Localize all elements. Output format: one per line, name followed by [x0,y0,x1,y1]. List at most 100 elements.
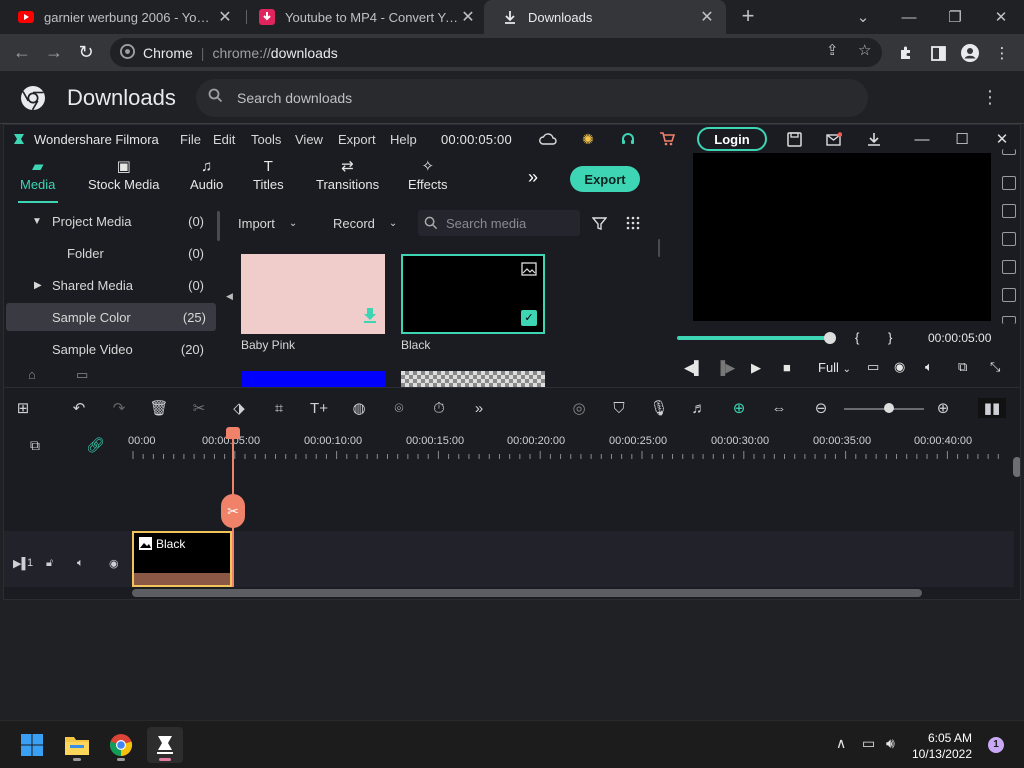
menu-export[interactable]: Export [338,132,376,147]
display-icon[interactable]: ▭ [867,359,879,375]
menu-file[interactable]: File [180,132,201,147]
reload-icon[interactable]: ↻ [73,39,99,65]
track-mute-icon[interactable]: 🔈︎ [77,557,84,570]
collapse-arrow-icon[interactable]: ◀ [226,291,233,302]
headset-icon[interactable] [618,130,638,148]
volume-tray-icon[interactable]: 🔊︎ [886,735,895,752]
filmora-close-icon[interactable]: ✕ [990,128,1014,150]
split-scissors-icon[interactable]: ✂ [221,494,245,528]
track-visibility-eye-icon[interactable]: ◉ [109,557,119,570]
layer-checkbox[interactable] [1002,176,1016,190]
cut-icon[interactable]: ✂ [188,398,210,418]
layer-checkbox[interactable] [1002,204,1016,218]
tab-downloads[interactable]: Downloads ✕ [484,0,726,34]
step-back-icon[interactable]: ◀▌ [684,360,703,376]
volume-icon[interactable]: 🔈︎ [925,359,933,375]
download-update-icon[interactable] [864,130,884,148]
link-icon[interactable]: 🔗︎ [86,436,105,454]
address-bar[interactable]: Chrome | chrome:// downloads [110,38,882,67]
more-actions-icon[interactable]: ⋮ [980,87,1000,107]
checkbox-checked-icon[interactable]: ✓ [521,310,537,326]
track-lock-icon[interactable]: 🔓︎ [46,557,53,570]
media-thumbnail-black[interactable]: ✓ [401,254,545,334]
menu-help[interactable]: Help [390,132,417,147]
preview-progress-bar[interactable] [677,336,829,340]
tag-icon[interactable]: ⬗ [228,398,250,418]
tab-youtube[interactable]: garnier werbung 2006 - YouTube ✕ [0,0,244,34]
grid-view-icon[interactable] [626,210,640,236]
forward-icon[interactable]: → [41,39,67,65]
preview-scrub-handle[interactable] [824,332,836,344]
tab-effects[interactable]: ✧ Effects [408,157,448,192]
sidebar-item-folder[interactable]: Folder (0) [4,239,214,267]
back-icon[interactable]: ← [9,39,35,65]
extensions-icon[interactable] [895,42,917,64]
menu-view[interactable]: View [295,132,323,147]
panel-toggle-icon[interactable]: ▮▮ [978,398,1006,418]
folder-outline-icon[interactable]: ▭ [76,367,88,383]
fit-timeline-icon[interactable]: ⇔ [768,398,790,418]
notification-badge[interactable]: 1 [988,737,1004,753]
tab-audio[interactable]: ♫ Audio [190,157,223,192]
menu-edit[interactable]: Edit [213,132,235,147]
search-downloads-input[interactable] [237,90,797,106]
import-dropdown[interactable]: Import ⌄ [238,210,297,236]
mark-out-icon[interactable]: } [888,330,892,345]
green-screen-icon[interactable]: ⌾ [388,398,410,418]
close-tab-icon[interactable]: ✕ [459,7,477,27]
timeline-clip-black[interactable]: Black [132,531,232,587]
sidebar-item-sample-video[interactable]: Sample Video (20) [4,335,214,363]
tab-titles[interactable]: T Titles [253,157,284,192]
side-panel-icon[interactable] [927,42,949,64]
show-hidden-icons-chevron-icon[interactable]: ∧ [836,735,846,752]
tab-converter[interactable]: Youtube to MP4 - Convert Youtube ✕ [241,0,487,34]
export-button[interactable]: Export [570,166,640,192]
redo-icon[interactable]: ↷ [108,398,130,418]
start-windows-icon[interactable] [14,727,50,763]
restore-icon[interactable]: ❐ [932,0,978,34]
color-palette-icon[interactable]: ◍ [348,398,370,418]
media-thumbnail-blue[interactable] [241,371,385,387]
sidebar-item-sample-color[interactable]: Sample Color (25) [6,303,216,331]
bookmark-star-icon[interactable]: ☆ [858,41,871,59]
filmora-minimize-icon[interactable]: — [910,128,934,150]
more-tabs-chevron-icon[interactable]: » [528,167,538,188]
delete-icon[interactable]: 🗑︎ [148,398,170,418]
more-tools-icon[interactable]: » [468,398,490,418]
marker-shield-icon[interactable]: ⛉ [608,398,630,418]
save-icon[interactable] [784,130,804,148]
close-tab-icon[interactable]: ✕ [216,7,234,27]
network-icon[interactable]: ▭ [862,735,875,752]
playhead-handle[interactable] [226,427,240,439]
timeline-horizontal-scrollbar[interactable] [132,589,922,597]
tab-transitions[interactable]: ⇄ Transitions [316,157,379,192]
layer-checkbox[interactable] [1002,288,1016,302]
snap-icon[interactable]: ⊕ [728,398,750,418]
audio-mixer-icon[interactable]: ♬ [688,398,710,418]
layer-checkbox[interactable] [1002,232,1016,246]
profile-icon[interactable] [959,42,981,64]
filmora-maximize-icon[interactable]: ☐ [950,128,974,150]
microphone-icon[interactable]: 🎙︎ [648,398,670,418]
speed-timer-icon[interactable]: ⏱︎ [428,398,450,418]
layer-checkbox[interactable] [1002,316,1016,324]
tab-media[interactable]: ▰ Media [20,157,55,192]
close-tab-icon[interactable]: ✕ [698,7,716,27]
browser-menu-icon[interactable]: ⋮ [991,42,1013,64]
minimize-icon[interactable]: — [886,0,932,34]
undo-icon[interactable]: ↶ [68,398,90,418]
menu-tools[interactable]: Tools [251,132,281,147]
taskbar-clock[interactable]: 6:05 AM 10/13/2022 [910,730,972,762]
render-preview-icon[interactable]: ◎ [568,398,590,418]
layout-grid-icon[interactable]: ⊞ [12,398,34,418]
lightbulb-icon[interactable]: ✺ [578,130,598,148]
sidebar-item-project-media[interactable]: ▼ Project Media (0) [4,207,214,235]
layer-checkbox[interactable] [1002,260,1016,274]
zoom-in-icon[interactable]: ⊕ [932,398,954,418]
cart-icon[interactable] [657,130,677,148]
add-track-icon[interactable]: ⧉ [30,437,40,454]
share-icon[interactable]: ⇪ [826,41,839,59]
fullscreen-icon[interactable]: ⤡ [990,359,1000,375]
cloud-icon[interactable] [538,130,558,148]
sidebar-item-shared-media[interactable]: ▶ Shared Media (0) [4,271,214,299]
